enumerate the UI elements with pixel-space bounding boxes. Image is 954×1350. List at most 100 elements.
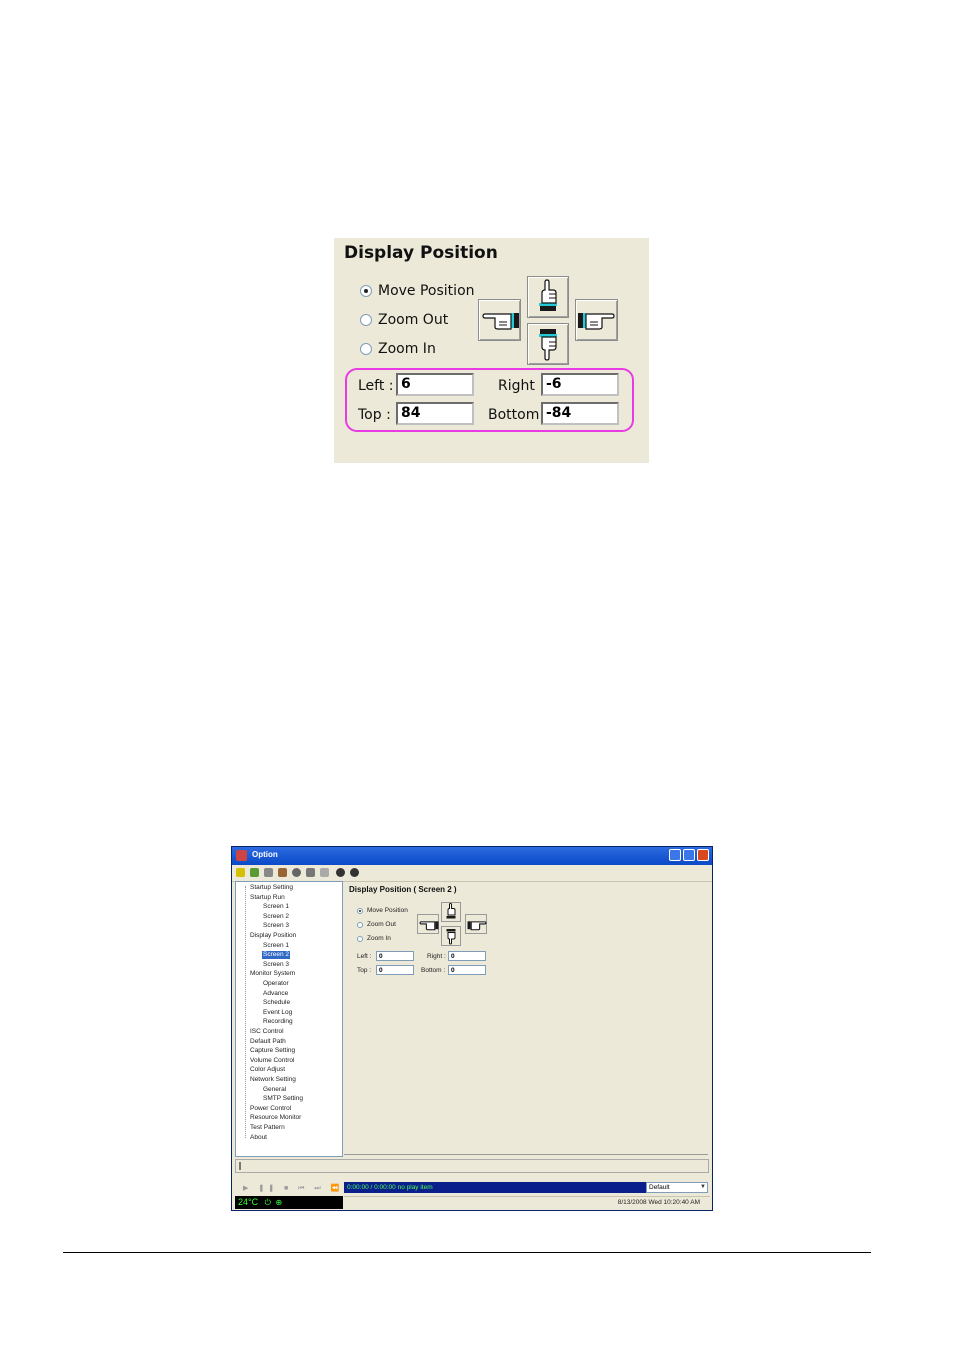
- tree-item[interactable]: Startup Setting: [250, 884, 293, 892]
- tree-item[interactable]: Screen 1: [263, 942, 289, 950]
- tree-item[interactable]: Power Control: [250, 1105, 291, 1113]
- minimize-icon[interactable]: [669, 849, 681, 861]
- right-label: Right :: [427, 953, 446, 960]
- window-title: Option: [252, 850, 278, 859]
- tree-item[interactable]: Startup Run: [250, 894, 285, 902]
- datetime-status: 8/13/2008 Wed 10:20:40 AM: [617, 1199, 700, 1206]
- tree-item[interactable]: Display Position: [250, 932, 296, 940]
- preset-select[interactable]: Default ▼: [646, 1182, 708, 1193]
- right-input[interactable]: 0: [448, 951, 486, 961]
- move-down-button[interactable]: [441, 926, 461, 946]
- top-input[interactable]: 84: [396, 402, 474, 425]
- move-right-button[interactable]: [465, 914, 487, 934]
- tree-item[interactable]: Operator: [263, 980, 289, 988]
- globe-icon[interactable]: [264, 868, 273, 877]
- preset-value: Default: [649, 1184, 670, 1191]
- seek-handle[interactable]: [239, 1162, 241, 1170]
- bottom-input[interactable]: -84: [541, 402, 619, 425]
- power-icon[interactable]: ⏻: [265, 1198, 271, 1207]
- radio-zoom-out[interactable]: Zoom Out: [360, 312, 448, 328]
- radio-button[interactable]: [357, 935, 363, 942]
- tree-item[interactable]: Color Adjust: [250, 1066, 285, 1074]
- tree-item-selected[interactable]: Screen 2: [262, 951, 291, 960]
- radio-zoom-in[interactable]: Zoom In: [357, 935, 391, 942]
- move-up-button[interactable]: [527, 276, 569, 318]
- right-label: Right :: [498, 378, 545, 394]
- radio-zoom-out[interactable]: Zoom Out: [357, 921, 396, 928]
- left-label: Left :: [357, 953, 372, 960]
- tree-item[interactable]: Event Log: [263, 1009, 292, 1017]
- move-down-button[interactable]: [527, 323, 569, 365]
- hand-pointing-left-icon: [481, 313, 519, 330]
- radio-label: Zoom In: [378, 341, 436, 357]
- top-label: Top :: [357, 967, 372, 974]
- radiation-icon[interactable]: [236, 868, 245, 877]
- radio-button[interactable]: [360, 314, 372, 326]
- move-left-button[interactable]: [417, 914, 439, 934]
- left-input[interactable]: 6: [396, 373, 474, 396]
- radio-move-position[interactable]: Move Position: [360, 283, 475, 299]
- option-window: Option Startup Setting Startup Run Scree…: [231, 846, 713, 1211]
- hand-pointing-up-icon: [539, 279, 557, 311]
- tree-item[interactable]: General: [263, 1086, 286, 1094]
- title-bar[interactable]: Option: [232, 847, 712, 865]
- footer-rule: [63, 1252, 871, 1253]
- tree-item[interactable]: Screen 1: [263, 903, 289, 911]
- plus-icon[interactable]: ⊕: [275, 1198, 282, 1207]
- hand-pointing-right-icon: [467, 921, 487, 931]
- tree-item[interactable]: Default Path: [250, 1038, 286, 1046]
- tree-item[interactable]: Screen 3: [263, 922, 289, 930]
- bottom-input[interactable]: 0: [448, 965, 486, 975]
- temperature-display: 24°C ⏻ ⊕: [235, 1196, 343, 1209]
- tree-item[interactable]: About: [250, 1134, 267, 1142]
- maximize-icon[interactable]: [683, 849, 695, 861]
- chevron-down-icon[interactable]: ▼: [700, 1183, 706, 1192]
- radio-zoom-in[interactable]: Zoom In: [360, 341, 436, 357]
- settings-tree[interactable]: Startup Setting Startup Run Screen 1 Scr…: [235, 881, 343, 1157]
- document-icon[interactable]: [278, 868, 287, 877]
- folder-icon[interactable]: [250, 868, 259, 877]
- tree-item[interactable]: Schedule: [263, 999, 290, 1007]
- tree-guide-line: [245, 886, 246, 1138]
- content-title: Display Position ( Screen 2 ): [349, 885, 457, 894]
- tree-item[interactable]: Monitor System: [250, 970, 295, 978]
- top-input[interactable]: 0: [376, 965, 414, 975]
- tree-item[interactable]: Volume Control: [250, 1057, 294, 1065]
- radio-move-position[interactable]: Move Position: [357, 907, 408, 914]
- tree-item[interactable]: Recording: [263, 1018, 293, 1026]
- move-left-button[interactable]: [478, 299, 521, 341]
- tree-item[interactable]: SMTP Setting: [263, 1095, 303, 1103]
- radio-button[interactable]: [357, 907, 363, 914]
- left-input[interactable]: 0: [376, 951, 414, 961]
- tree-item[interactable]: Screen 2: [263, 913, 289, 921]
- radio-button[interactable]: [357, 921, 363, 928]
- tree-item[interactable]: Resource Monitor: [250, 1114, 301, 1122]
- radio-label: Zoom In: [367, 935, 391, 942]
- brightness-down-icon[interactable]: [336, 868, 345, 877]
- tree-item[interactable]: Network Setting: [250, 1076, 296, 1084]
- right-input[interactable]: -6: [541, 373, 619, 396]
- move-right-button[interactable]: [575, 299, 618, 341]
- tree-item[interactable]: Screen 3: [263, 961, 289, 969]
- clock-icon[interactable]: [292, 868, 301, 877]
- tree-item[interactable]: Capture Setting: [250, 1047, 295, 1055]
- close-icon[interactable]: [697, 849, 709, 861]
- hand-pointing-down-icon: [539, 329, 557, 361]
- seek-bar[interactable]: [235, 1159, 709, 1173]
- radio-label: Zoom Out: [367, 921, 396, 928]
- pointer-icon[interactable]: [306, 868, 315, 877]
- brightness-up-icon[interactable]: [350, 868, 359, 877]
- left-label: Left :: [358, 378, 394, 394]
- radio-button[interactable]: [360, 343, 372, 355]
- radio-label: Zoom Out: [378, 312, 449, 328]
- window-icon[interactable]: [320, 868, 329, 877]
- top-label: Top :: [358, 407, 391, 423]
- tree-item[interactable]: ISC Control: [250, 1028, 284, 1036]
- radio-button[interactable]: [360, 285, 372, 297]
- tree-item[interactable]: Test Pattern: [250, 1124, 285, 1132]
- move-up-button[interactable]: [441, 902, 461, 922]
- divider: [344, 1154, 708, 1155]
- hand-pointing-left-icon: [419, 921, 439, 931]
- tree-item[interactable]: Advance: [263, 990, 288, 998]
- player-status: 0:00:00 / 0:00:00 no play item: [344, 1182, 646, 1193]
